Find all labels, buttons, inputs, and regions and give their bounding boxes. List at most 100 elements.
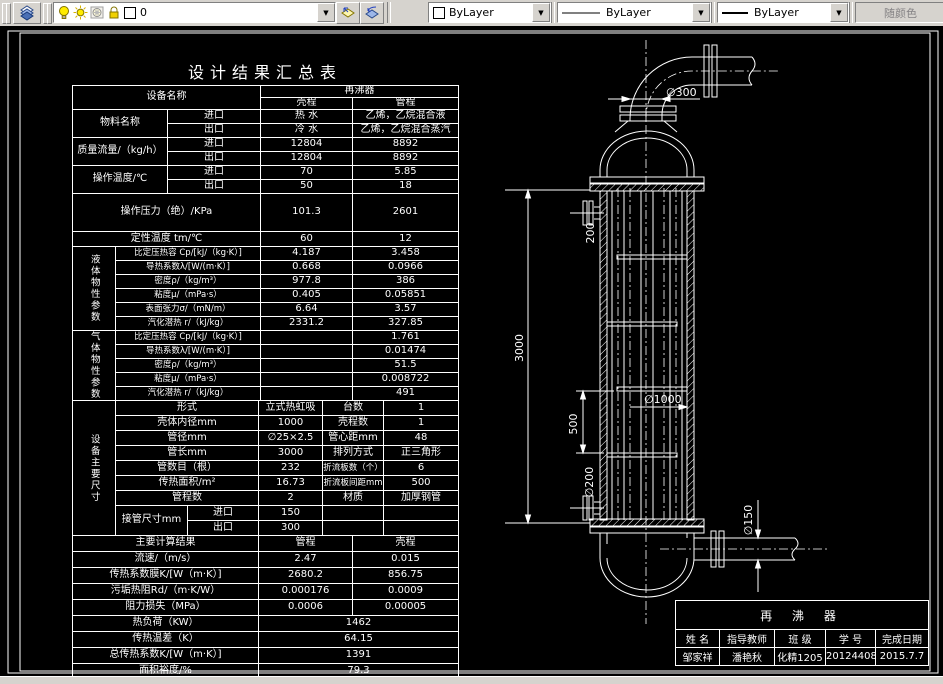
cell: 汽化潜热 r/（kJ/kg） [115, 316, 261, 331]
cell-class: 化精1205 [774, 647, 826, 666]
cell: 导热系数λ/[W/(m·K）] [115, 260, 261, 275]
bottom-head-outer [599, 557, 695, 598]
cell: 150 [258, 505, 323, 521]
color-combo-dropdown-arrow[interactable]: ▼ [532, 3, 550, 22]
dim-arrow [754, 558, 762, 569]
layer-thaw-sun-icon[interactable] [73, 5, 88, 20]
cell [322, 505, 384, 521]
cell: 壳程数 [322, 415, 384, 431]
cell: 300 [258, 520, 323, 536]
cell: 折流板数（个） [322, 460, 384, 476]
layers-properties-toolbar: 0 ▼ ByLayer ▼ ByLayer ▼ ByLayer ▼ 随颜色 [0, 0, 943, 27]
top-body-flange [589, 176, 705, 184]
cell-optemp-label: 操作温度/℃ [72, 165, 168, 194]
cell: 立式热虹吸 [258, 400, 323, 416]
cell: 500 [383, 475, 459, 491]
cell-material-label: 物料名称 [72, 109, 168, 138]
cell: 比定压热容 Cp/[kJ/（kg·K）] [115, 246, 261, 261]
cell: 进口 [167, 109, 261, 124]
summary-section-results: 主要计算结果 管程 壳程 流速/（m/s） 2.47 0.015 传热系数膜K/[W（m… [72, 535, 459, 684]
cell-equipment-value: 再沸器 [260, 85, 459, 98]
cell: 2680.2 [258, 567, 353, 584]
color-control-combo[interactable]: ByLayer ▼ [428, 2, 551, 23]
cell-tube-side-header: 管程 [352, 97, 459, 110]
cell: 导热系数λ/[W/(m·K）] [115, 344, 261, 359]
tube-walls [611, 191, 683, 520]
window-bottom-edge [0, 676, 943, 684]
model-space-canvas[interactable]: ∅300 3000 500 ∅1000 200 ∅200 ∅150 设计结果汇总… [0, 26, 943, 684]
summary-section-liquid-properties: 液体物性参数 比定压热容 Cp/[kJ/（kg·K）] 4.187 3.458 … [72, 246, 459, 331]
cell: 48 [383, 430, 459, 446]
cell: 折流板间距mm [322, 475, 384, 491]
cell: 2601 [352, 193, 459, 232]
cell: 总传热系数K/[W（m·K）] [72, 647, 259, 664]
toolbar-grip[interactable] [47, 3, 52, 24]
make-layer-current-icon [341, 7, 355, 18]
layer-manager-button[interactable] [13, 2, 41, 24]
cell: 5.85 [352, 165, 459, 180]
layer-freeze-vp-icon[interactable] [90, 5, 105, 20]
cell: 加厚钢管 [383, 490, 459, 506]
cell: 4.187 [260, 246, 353, 261]
cell-equipment-name: 设备名称 [72, 85, 261, 110]
vertical-label: 气体物性参数 [88, 331, 100, 400]
cell: 0.05851 [352, 288, 459, 303]
summary-table-title: 设计结果汇总表 [187, 63, 342, 82]
layer-previous-button[interactable] [360, 2, 384, 24]
linetype-combo-dropdown-arrow[interactable]: ▼ [692, 3, 710, 22]
cell: 0.405 [260, 288, 353, 303]
layer-control-combo[interactable]: 0 ▼ [53, 2, 336, 23]
toolbar-grip[interactable] [6, 3, 11, 24]
cell: 0.0966 [352, 260, 459, 275]
layer-combo-dropdown-arrow[interactable]: ▼ [317, 3, 335, 22]
toolbar-separator [387, 2, 391, 23]
cell: 232 [258, 460, 323, 476]
reboiler-vessel-drawing [570, 40, 830, 624]
dim-upper-side-nozzle-label: 200 [584, 223, 597, 244]
lineweight-combo-dropdown-arrow[interactable]: ▼ [830, 3, 848, 22]
cell: 327.85 [352, 316, 459, 331]
cell: 排列方式 [322, 445, 384, 461]
cell: 1 [383, 415, 459, 431]
cell: 管长mm [115, 445, 259, 461]
cell: 51.5 [352, 358, 459, 373]
cell: 材质 [322, 490, 384, 506]
cell: 101.3 [260, 193, 353, 232]
shell-wall-left [599, 190, 608, 521]
cell: ∅25×2.5 [258, 430, 323, 446]
cell: 粘度μ/（mPa·s） [115, 372, 261, 387]
bottom-body-flange [589, 526, 705, 534]
summary-section-general: 设备名称 再沸器 壳程 管程 物料名称 进口 热 水 乙烯，乙烷混合液 出口 冷… [72, 85, 459, 247]
cell: 2 [258, 490, 323, 506]
color-value: ByLayer [449, 6, 494, 19]
cell: 0.008722 [352, 372, 459, 387]
cell: 管径mm [115, 430, 259, 446]
cell: 粘度μ/（mPa·s） [115, 288, 261, 303]
cell [260, 330, 353, 345]
layer-on-bulb-icon[interactable] [57, 5, 71, 20]
cell: 热 水 [260, 109, 353, 124]
summary-section-gas-properties: 气体物性参数 比定压热容 Cp/[kJ/（kg·K）] 1.761 导热系数λ/… [72, 330, 459, 401]
cell-shell-side-header: 壳程 [260, 97, 353, 110]
cell: 汽化潜热 r/（kJ/kg） [115, 386, 261, 401]
cell: 0.000176 [258, 583, 353, 600]
cell: 8892 [352, 151, 459, 166]
cell: 出口 [167, 179, 261, 194]
cell-liquid-group: 液体物性参数 [72, 246, 116, 331]
linetype-control-combo[interactable]: ByLayer ▼ [557, 2, 711, 23]
cell: 管程 [258, 535, 353, 552]
cell: 传热系数膜K/[W（m·K）] [72, 567, 259, 584]
layers-stack-icon [20, 5, 34, 21]
make-object-layer-current-button[interactable] [336, 2, 360, 24]
cell: 0.668 [260, 260, 353, 275]
cell-gas-group: 气体物性参数 [72, 330, 116, 401]
cell: 表面张力σ/（mN/m） [115, 302, 261, 317]
lineweight-control-combo[interactable]: ByLayer ▼ [717, 2, 849, 23]
cell: 传热面积/m² [115, 475, 259, 491]
cell: 1.761 [352, 330, 459, 345]
layer-lock-icon[interactable] [107, 5, 121, 20]
cell: 1391 [258, 647, 459, 664]
cell: 3.57 [352, 302, 459, 317]
dim-bottom-outlet-label: ∅150 [742, 505, 755, 536]
cell: 6.64 [260, 302, 353, 317]
